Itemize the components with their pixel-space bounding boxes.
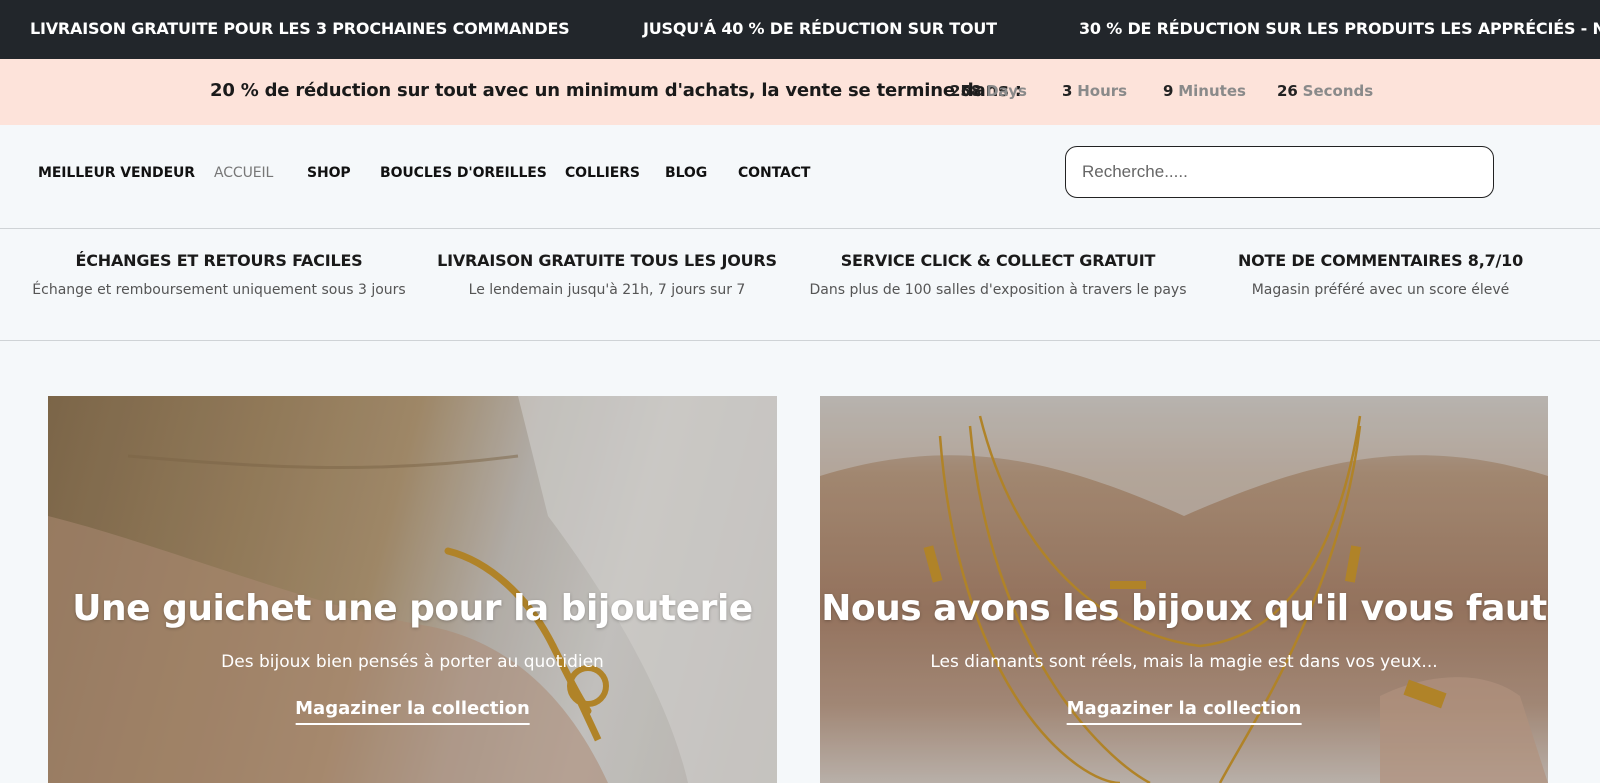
search-input[interactable] [1065,146,1494,198]
hero-card-bracelet[interactable]: Une guichet une pour la bijouterie Des b… [48,396,777,783]
countdown-value: 9 [1163,82,1174,100]
feature-item: NOTE DE COMMENTAIRES 8,7/10 Magasin préf… [1198,251,1563,298]
countdown-value: 258 [950,82,982,100]
feature-subtitle: Magasin préféré avec un score élevé [1251,282,1510,298]
nav-item-blog[interactable]: BLOG [665,165,707,181]
feature-subtitle: Échange et remboursement uniquement sous… [32,282,406,298]
countdown-label: Days [986,82,1027,100]
hero-subtitle: Les diamants sont réels, mais la magie e… [930,652,1438,672]
nav-item-meilleur-vendeur[interactable]: MEILLEUR VENDEUR [38,165,195,181]
announcement-text: LIVRAISON GRATUITE POUR LES 3 PROCHAINES… [30,19,570,38]
countdown-days: 258 Days [950,82,1027,100]
feature-subtitle: Le lendemain jusqu'à 21h, 7 jours sur 7 [468,282,746,298]
nav-item-accueil[interactable]: ACCUEIL [214,165,273,181]
countdown-message: 20 % de réduction sur tout avec un minim… [210,80,1022,101]
countdown-minutes: 9 Minutes [1163,82,1246,100]
countdown-seconds: 26 Seconds [1277,82,1373,100]
countdown-hours: 3 Hours [1062,82,1127,100]
nav-item-contact[interactable]: CONTACT [738,165,810,181]
shop-collection-link[interactable]: Magaziner la collection [1066,698,1302,725]
feature-subtitle: Dans plus de 100 salles d'exposition à t… [809,282,1187,298]
hero-title: Nous avons les bijoux qu'il vous faut [821,588,1547,629]
feature-title: SERVICE CLICK & COLLECT GRATUIT [840,251,1156,270]
countdown-value: 3 [1062,82,1073,100]
features-strip: ÉCHANGES ET RETOURS FACILES Échange et r… [0,230,1600,341]
feature-title: ÉCHANGES ET RETOURS FACILES [75,251,363,270]
announcement-text: 30 % DE RÉDUCTION SUR LES PRODUITS LES A… [1079,19,1600,38]
sale-countdown-bar: 20 % de réduction sur tout avec un minim… [0,59,1600,125]
feature-title: NOTE DE COMMENTAIRES 8,7/10 [1237,251,1524,270]
hero-title: Une guichet une pour la bijouterie [72,588,753,629]
hero-subtitle: Des bijoux bien pensés à porter au quoti… [221,652,604,672]
nav-item-boucles-oreilles[interactable]: BOUCLES D'OREILLES [380,165,547,181]
feature-item: ÉCHANGES ET RETOURS FACILES Échange et r… [22,251,416,298]
announcement-bar: LIVRAISON GRATUITE POUR LES 3 PROCHAINES… [0,0,1600,59]
hero-card-necklace[interactable]: Nous avons les bijoux qu'il vous faut Le… [820,396,1548,783]
site-header: MEILLEUR VENDEUR ACCUEIL SHOP BOUCLES D'… [0,125,1600,229]
feature-item: SERVICE CLICK & COLLECT GRATUIT Dans plu… [798,251,1198,298]
shop-collection-link[interactable]: Magaziner la collection [295,698,530,725]
feature-item: LIVRAISON GRATUITE TOUS LES JOURS Le len… [417,251,797,298]
countdown-label: Seconds [1302,82,1374,100]
nav-item-colliers[interactable]: COLLIERS [565,165,640,181]
countdown-label: Hours [1077,82,1128,100]
countdown-value: 26 [1277,82,1298,100]
announcement-text: JUSQU'Á 40 % DE RÉDUCTION SUR TOUT [643,19,997,38]
countdown-label: Minutes [1178,82,1246,100]
feature-title: LIVRAISON GRATUITE TOUS LES JOURS [437,251,777,270]
nav-item-shop[interactable]: SHOP [307,165,351,181]
